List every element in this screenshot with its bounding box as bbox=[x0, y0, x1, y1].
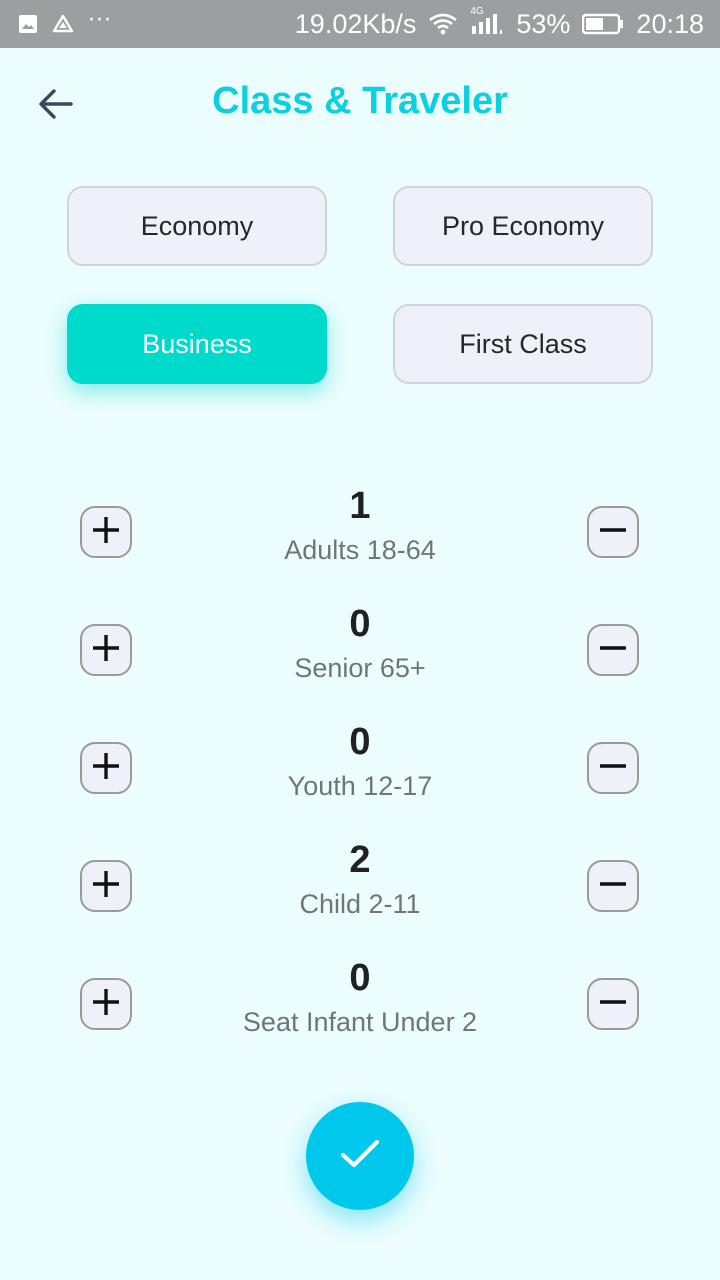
minus-icon bbox=[598, 633, 628, 667]
class-first-class-button[interactable]: First Class bbox=[393, 304, 653, 384]
child-decrement-button[interactable] bbox=[587, 860, 639, 912]
confirm-button[interactable] bbox=[306, 1102, 414, 1210]
youth-decrement-button[interactable] bbox=[587, 742, 639, 794]
infant-decrement-button[interactable] bbox=[587, 978, 639, 1030]
traveler-row-senior: 0 Senior 65+ bbox=[0, 600, 720, 710]
battery-icon bbox=[582, 13, 624, 35]
adults-decrement-button[interactable] bbox=[587, 506, 639, 558]
network-speed: 19.02Kb/s bbox=[294, 8, 417, 39]
senior-decrement-button[interactable] bbox=[587, 624, 639, 676]
battery-percent: 53% bbox=[516, 8, 571, 39]
drive-icon bbox=[52, 14, 74, 34]
signal-icon: 4G bbox=[470, 6, 504, 36]
status-bar: ··· 19.02Kb/s 4G 53% 20:18 bbox=[0, 0, 720, 48]
traveler-row-child: 2 Child 2-11 bbox=[0, 836, 720, 946]
class-economy-button[interactable]: Economy bbox=[67, 186, 327, 266]
clock: 20:18 bbox=[636, 8, 704, 39]
more-dots-icon: ··· bbox=[88, 7, 112, 33]
status-bar-right: 19.02Kb/s 4G 53% 20:18 bbox=[294, 6, 704, 40]
network-type: 4G bbox=[470, 6, 484, 17]
check-icon bbox=[340, 1138, 380, 1174]
class-pro-economy-button[interactable]: Pro Economy bbox=[393, 186, 653, 266]
traveler-row-infant: 0 Seat Infant Under 2 bbox=[0, 954, 720, 1064]
status-bar-left: ··· bbox=[18, 8, 112, 37]
traveler-row-youth: 0 Youth 12-17 bbox=[0, 718, 720, 828]
minus-icon bbox=[598, 515, 628, 549]
page-title: Class & Traveler bbox=[212, 80, 508, 122]
minus-icon bbox=[598, 869, 628, 903]
traveler-row-adults: 1 Adults 18-64 bbox=[0, 482, 720, 592]
image-icon bbox=[18, 14, 38, 34]
minus-icon bbox=[598, 751, 628, 785]
wifi-icon bbox=[428, 12, 458, 36]
minus-icon bbox=[598, 987, 628, 1021]
class-business-button[interactable]: Business bbox=[67, 304, 327, 384]
